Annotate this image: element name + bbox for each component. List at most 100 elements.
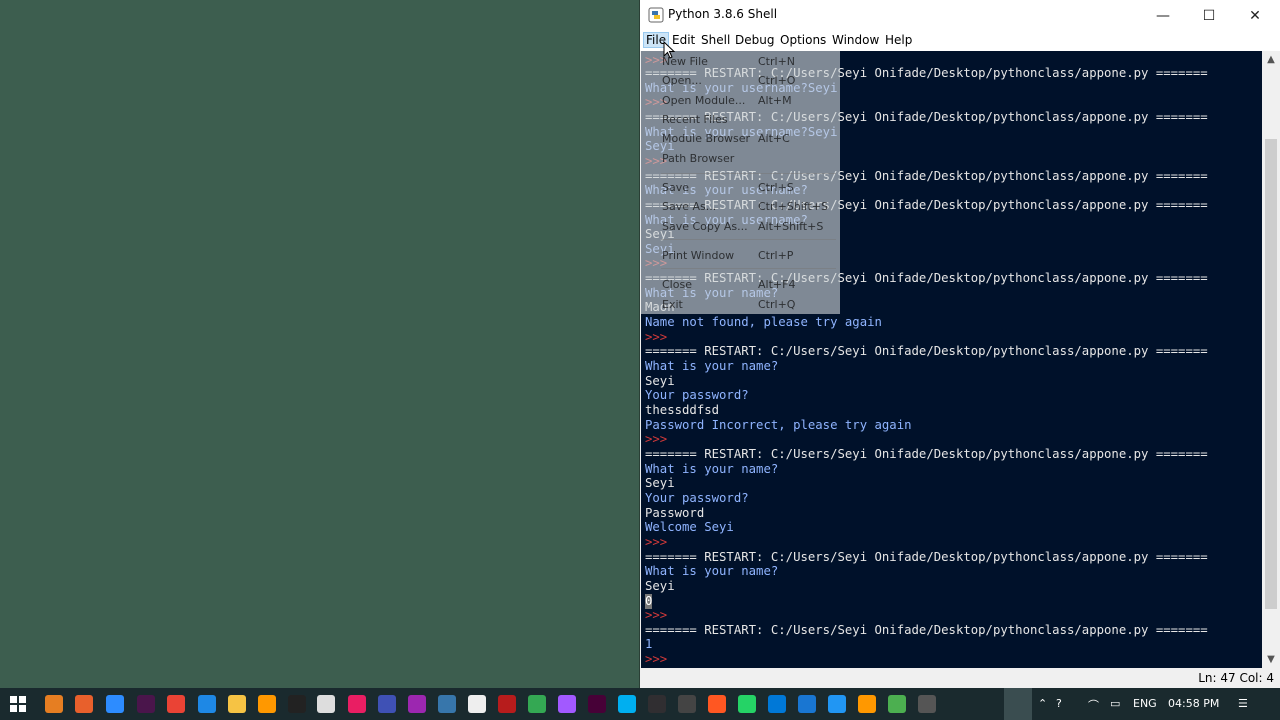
- python-icon[interactable]: [438, 695, 456, 713]
- scroll-up-arrow-icon[interactable]: ▲: [1262, 51, 1280, 68]
- cursor-position: Ln: 47 Col: 4: [1198, 671, 1274, 685]
- shell-line: Name not found, please try again: [645, 315, 882, 329]
- menu-separator: [661, 268, 836, 269]
- close-button[interactable]: ✕: [1232, 0, 1278, 31]
- menu-options[interactable]: Options: [778, 33, 828, 47]
- shell-prompt: >>>: [645, 535, 668, 549]
- clock[interactable]: 04:58 PM: [1168, 697, 1219, 710]
- chrome-alt-icon[interactable]: [528, 695, 546, 713]
- app-blue-icon[interactable]: [378, 695, 396, 713]
- slack-icon[interactable]: [137, 695, 155, 713]
- menu-shell[interactable]: Shell: [699, 33, 732, 47]
- file-menu-item[interactable]: Open...: [662, 74, 702, 90]
- wifi-icon[interactable]: ⌒: [1088, 697, 1099, 713]
- python-shell-icon[interactable]: [918, 695, 936, 713]
- app-green-icon[interactable]: [888, 695, 906, 713]
- window-title: Python 3.8.6 Shell: [668, 7, 778, 21]
- edge-icon[interactable]: [768, 695, 786, 713]
- active-task-highlight: [1004, 688, 1032, 720]
- file-menu-item[interactable]: Path Browser: [662, 152, 734, 168]
- file-explorer-icon[interactable]: [228, 695, 246, 713]
- shell-prompt: >>>: [645, 432, 668, 446]
- figma-icon[interactable]: [558, 695, 576, 713]
- file-menu-shortcut: Alt+Shift+S: [758, 220, 824, 233]
- menu-separator: [661, 173, 836, 174]
- file-menu-shortcut: Ctrl+P: [758, 249, 794, 262]
- terminal-icon[interactable]: [288, 695, 306, 713]
- app-purple-icon[interactable]: [408, 695, 426, 713]
- search-icon[interactable]: [45, 695, 63, 713]
- file-menu-item[interactable]: Print Window: [662, 249, 734, 265]
- app-dark-icon[interactable]: [678, 695, 696, 713]
- taskbar: ⌃? ⌒ ▭ ☰ ENG 04:58 PM: [0, 688, 1280, 720]
- shell-prompt: >>>: [645, 330, 668, 344]
- shell-prompt: >>>: [645, 652, 668, 666]
- shell-line: ======= RESTART: C:/Users/Seyi Onifade/D…: [645, 447, 1208, 461]
- menu-separator: [661, 239, 836, 240]
- todo-icon[interactable]: [828, 695, 846, 713]
- help-icon[interactable]: ?: [1056, 697, 1062, 710]
- vertical-scrollbar[interactable]: ▲ ▼: [1262, 51, 1280, 668]
- battery-icon[interactable]: ▭: [1110, 697, 1120, 710]
- file-menu-item[interactable]: Save As...: [662, 200, 716, 216]
- zoom-icon[interactable]: [106, 695, 124, 713]
- file-menu-shortcut: Ctrl+Q: [758, 298, 796, 311]
- shell-line: What is your name?: [645, 359, 779, 373]
- python-idle-icon: [648, 7, 664, 23]
- file-menu-shortcut: Alt+C: [758, 132, 790, 145]
- file-menu-shortcut: Alt+M: [758, 94, 792, 107]
- shell-line: ======= RESTART: C:/Users/Seyi Onifade/D…: [645, 344, 1208, 358]
- language-indicator[interactable]: ENG: [1133, 697, 1157, 710]
- shell-line: Welcome Seyi: [645, 520, 734, 534]
- file-menu-item[interactable]: Save: [662, 181, 689, 197]
- chrome-icon[interactable]: [167, 695, 185, 713]
- app-pink-icon[interactable]: [348, 695, 366, 713]
- obs-icon[interactable]: [648, 695, 666, 713]
- menu-debug[interactable]: Debug: [733, 33, 776, 47]
- notification-icon[interactable]: ☰: [1238, 697, 1248, 710]
- shell-line: What is your name?: [645, 462, 779, 476]
- xd-icon[interactable]: [588, 695, 606, 713]
- scrollbar-thumb[interactable]: [1265, 139, 1277, 609]
- start-icon[interactable]: [9, 695, 27, 713]
- shell-line: thessddfsd: [645, 403, 720, 417]
- file-menu-shortcut: Ctrl+O: [758, 74, 796, 87]
- file-menu-shortcut: Ctrl+N: [758, 55, 796, 68]
- menu-window[interactable]: Window: [830, 33, 881, 47]
- file-menu-item[interactable]: Close: [662, 278, 692, 294]
- sublime-icon[interactable]: [258, 695, 276, 713]
- title-bar[interactable]: Python 3.8.6 Shell — ☐ ✕: [640, 0, 1280, 31]
- shell-line: Password Incorrect, please try again: [645, 418, 912, 432]
- minimize-button[interactable]: —: [1140, 0, 1186, 31]
- file-menu-item[interactable]: Exit: [662, 298, 683, 314]
- file-menu-item[interactable]: Recent Files: [662, 113, 728, 129]
- app-file-icon[interactable]: [798, 695, 816, 713]
- file-menu-dropdown: New File Ctrl+N Open... Ctrl+O Open Module..…: [641, 51, 840, 314]
- shell-line: ======= RESTART: C:/Users/Seyi Onifade/D…: [645, 550, 1208, 564]
- firefox-icon[interactable]: [75, 695, 93, 713]
- vscode-icon[interactable]: [198, 695, 216, 713]
- status-bar: Ln: 47 Col: 4: [640, 668, 1280, 688]
- shell-line: 0: [645, 594, 653, 609]
- app-orange-icon[interactable]: [708, 695, 726, 713]
- chevron-up-icon[interactable]: ⌃: [1038, 697, 1047, 710]
- unity-icon[interactable]: [317, 695, 335, 713]
- filezilla-icon[interactable]: [498, 695, 516, 713]
- scroll-down-arrow-icon[interactable]: ▼: [1262, 651, 1280, 668]
- shell-prompt: >>>: [645, 608, 668, 622]
- shell-line: 1: [645, 637, 653, 651]
- file-menu-shortcut: Alt+F4: [758, 278, 796, 291]
- shell-line: Your password?: [645, 491, 749, 505]
- app-yellow-icon[interactable]: [858, 695, 876, 713]
- file-menu-item[interactable]: Module Browser: [662, 132, 750, 148]
- mouse-pointer-icon: [663, 41, 675, 59]
- menu-help[interactable]: Help: [883, 33, 914, 47]
- shell-line: ======= RESTART: C:/Users/Seyi Onifade/D…: [645, 623, 1208, 637]
- file-menu-item[interactable]: Save Copy As...: [662, 220, 748, 236]
- file-menu-item[interactable]: Open Module...: [662, 94, 745, 110]
- whatsapp-icon[interactable]: [738, 695, 756, 713]
- notepad-icon[interactable]: [468, 695, 486, 713]
- maximize-button[interactable]: ☐: [1186, 0, 1232, 31]
- skype-icon[interactable]: [618, 695, 636, 713]
- shell-line: Seyi: [645, 579, 675, 593]
